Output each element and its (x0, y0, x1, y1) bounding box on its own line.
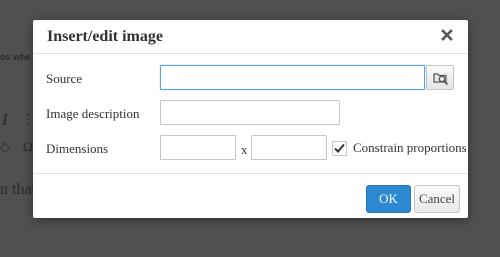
dialog-footer: OK Cancel (33, 173, 468, 218)
dimensions-separator: x (241, 142, 248, 157)
special-character-icon: Ω (23, 139, 33, 154)
checkbox[interactable] (332, 140, 347, 156)
constrain-proportions-label: Constrain proportions (353, 140, 467, 155)
ok-button[interactable]: OK (366, 185, 411, 213)
source-input[interactable] (160, 65, 425, 90)
constrain-proportions-checkbox[interactable]: Constrain proportions (332, 138, 467, 158)
dimensions-label: Dimensions (46, 141, 109, 156)
background-text: os whe (0, 52, 31, 62)
source-label: Source (46, 71, 83, 86)
width-input[interactable] (160, 135, 236, 160)
dialog-header: Insert/edit image (33, 20, 468, 54)
close-icon[interactable] (440, 25, 456, 45)
cancel-button[interactable]: Cancel (414, 185, 460, 213)
description-label: Image description (46, 106, 140, 121)
description-input[interactable] (160, 100, 340, 125)
background-body-text: n that (0, 181, 36, 198)
browse-image-icon (433, 73, 449, 86)
italic-icon: I (2, 110, 8, 129)
browse-button[interactable] (426, 65, 454, 90)
height-input[interactable] (251, 135, 327, 160)
clear-formatting-icon: ◇ (0, 140, 10, 155)
insert-image-dialog: Insert/edit image Source Image descripti… (33, 20, 468, 218)
checkmark-icon (334, 143, 345, 153)
dialog-title: Insert/edit image (47, 28, 163, 45)
